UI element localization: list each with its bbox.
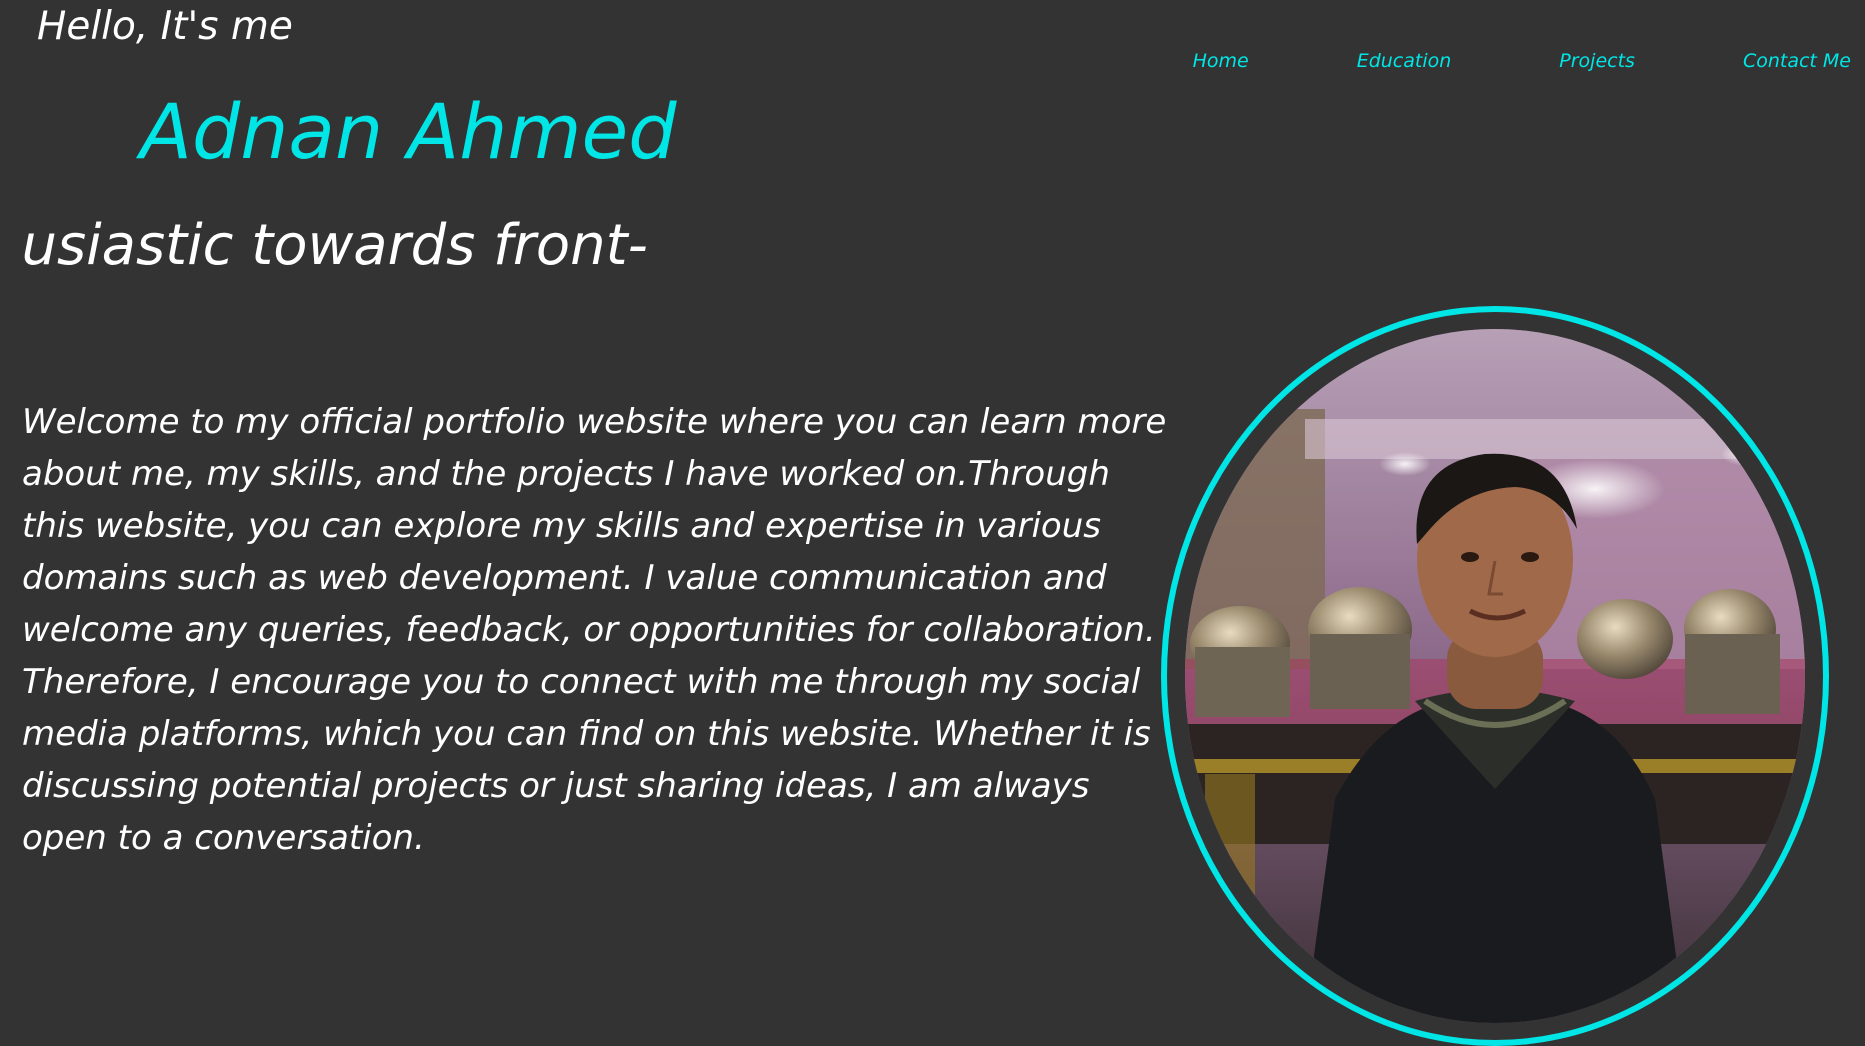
tagline-marquee: thusiastic towards front- xyxy=(20,208,745,284)
tagline-text: thusiastic towards front- xyxy=(20,213,648,278)
profile-photo-image xyxy=(1185,329,1805,1023)
main-nav: Home Education Projects Contact Me xyxy=(1193,46,1851,76)
nav-education-link[interactable]: Education xyxy=(1357,46,1452,76)
profile-photo-frame xyxy=(1161,306,1829,1046)
profile-photo xyxy=(1185,329,1805,1023)
greeting-text: Hello, It's me xyxy=(37,4,293,49)
intro-paragraph: Welcome to my official portfolio website… xyxy=(22,402,1167,858)
nav-projects-link[interactable]: Projects xyxy=(1559,46,1635,76)
owner-name: Adnan Ahmed xyxy=(140,87,677,176)
nav-contact-link[interactable]: Contact Me xyxy=(1743,46,1851,76)
nav-home-link[interactable]: Home xyxy=(1193,46,1249,76)
